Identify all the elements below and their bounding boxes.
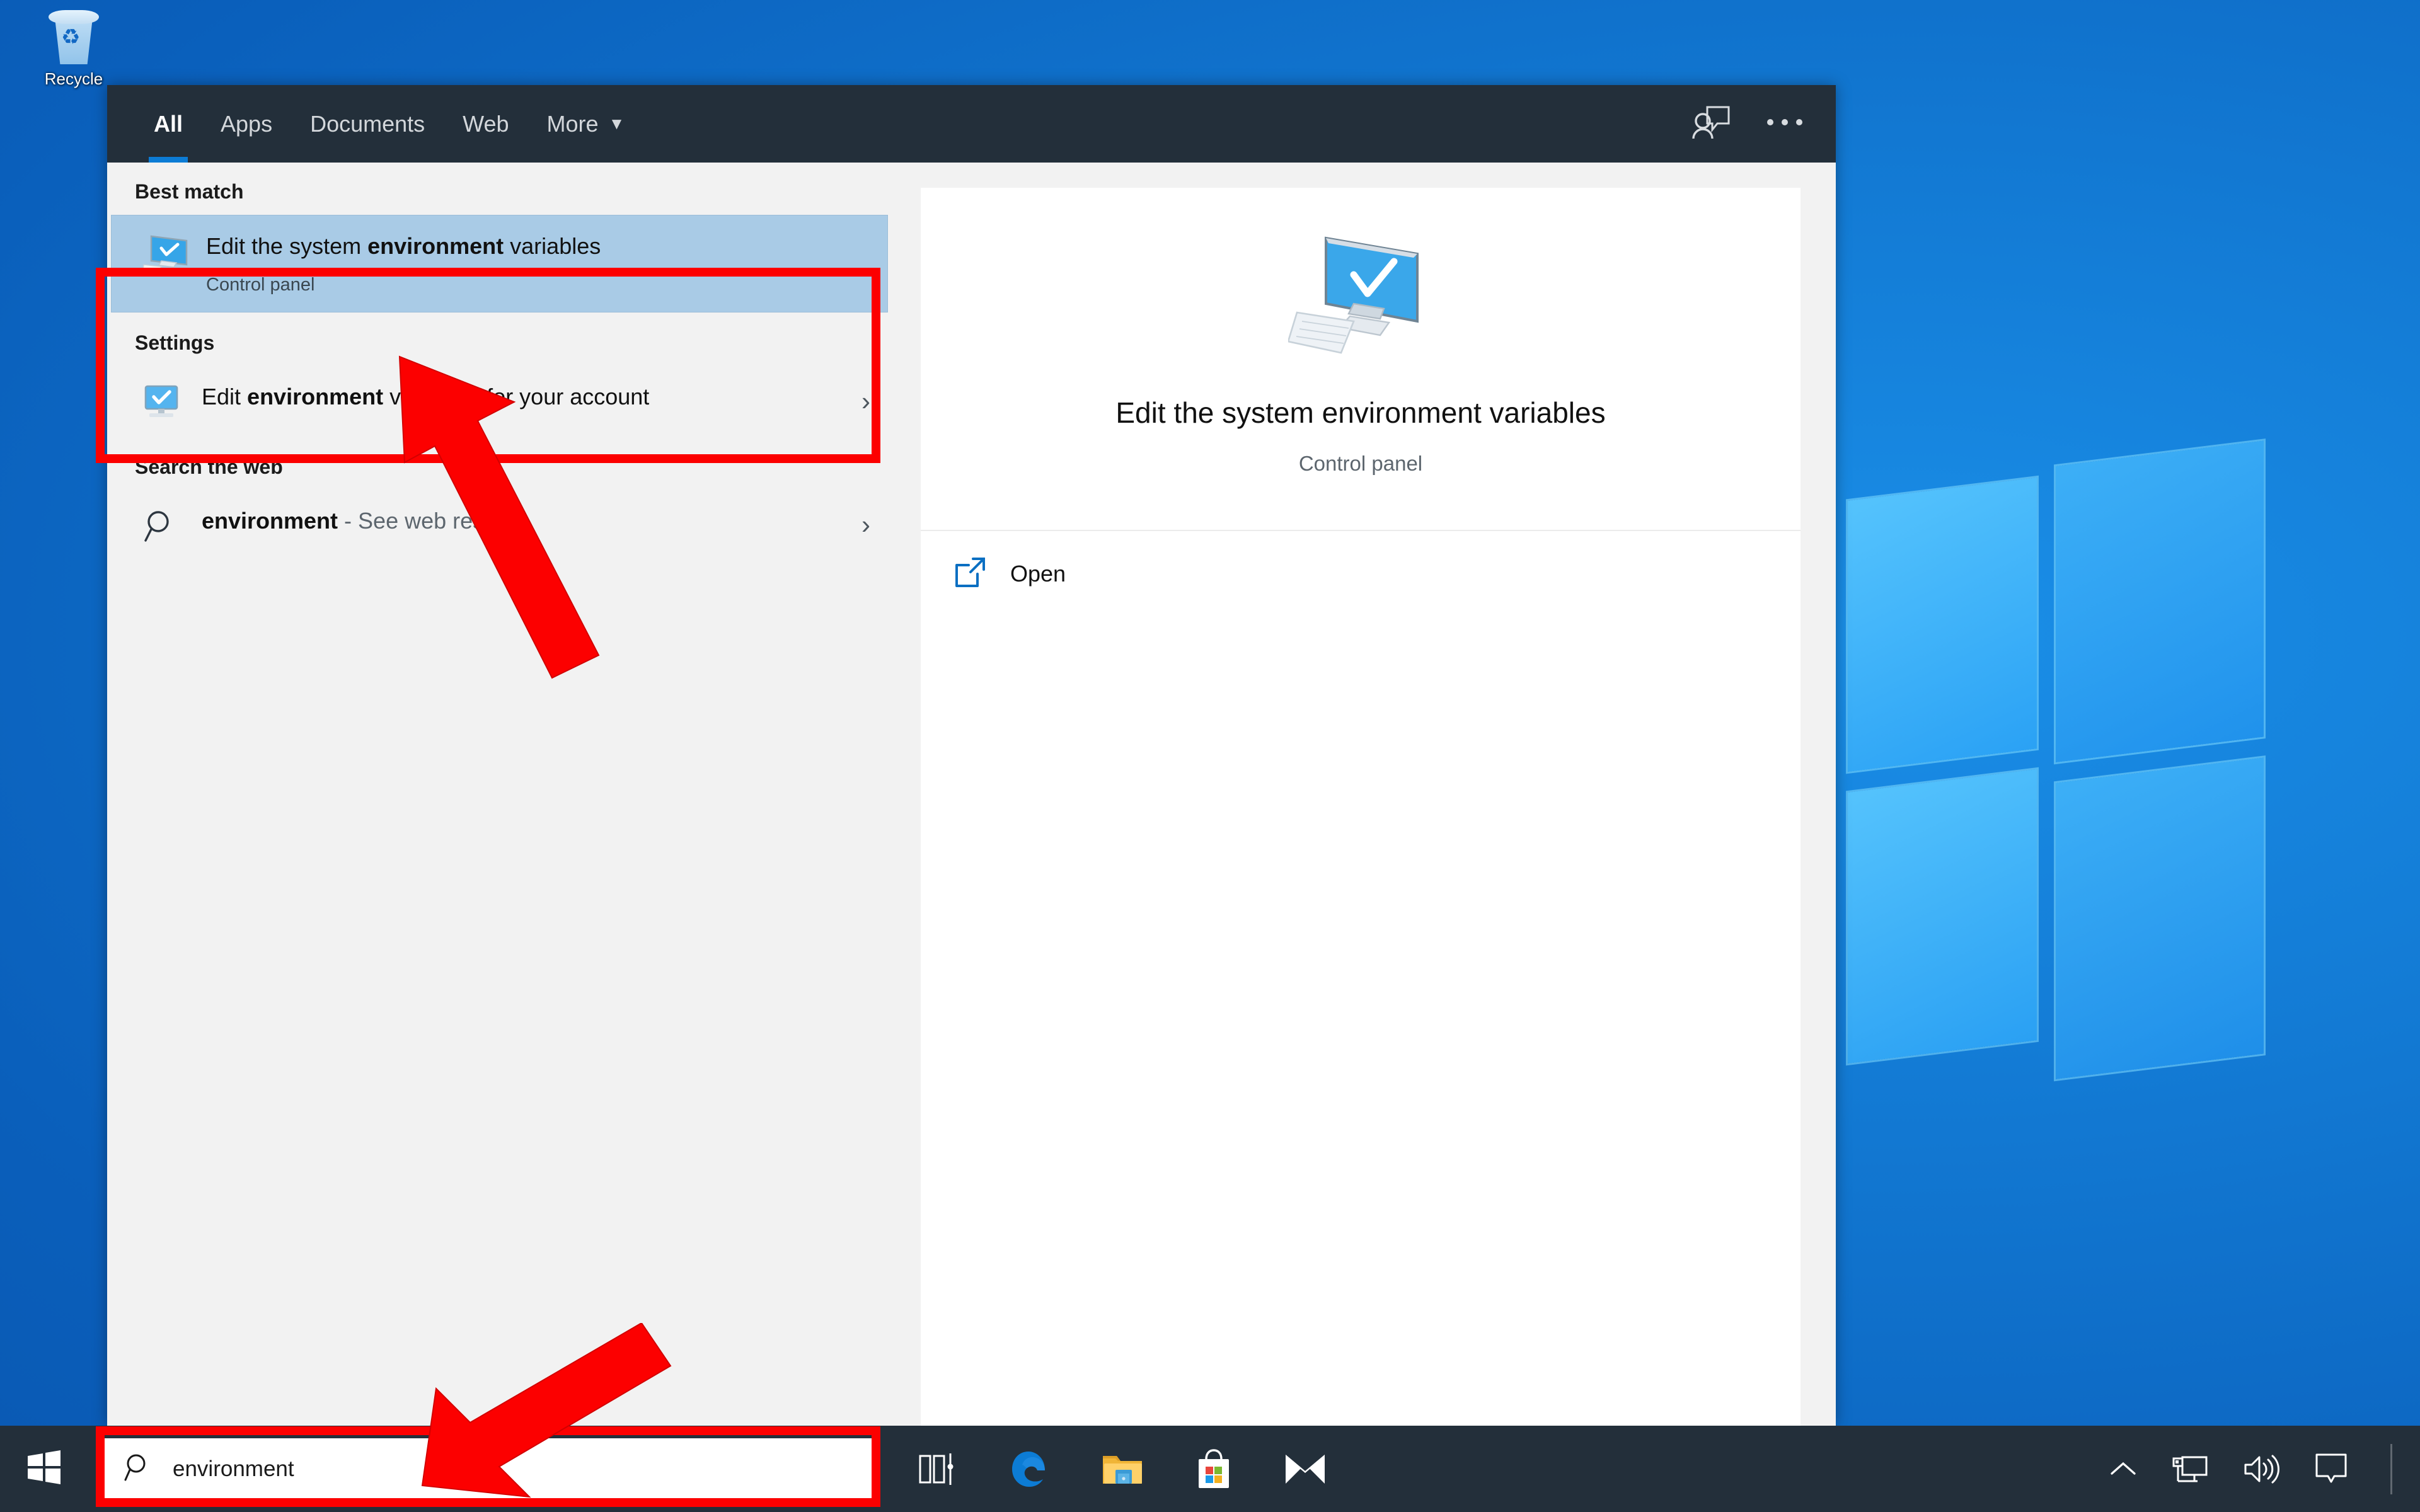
tray-divider <box>2390 1443 2392 1494</box>
preview-title: Edit the system environment variables <box>1115 396 1606 429</box>
preview-hero: Edit the system environment variables Co… <box>921 188 1801 531</box>
web-search-title-suffix: - See web results <box>338 508 520 534</box>
recycle-bin-icon: ♻ <box>43 8 104 66</box>
best-match-title-bold: environment <box>367 233 504 259</box>
settings-text: Edit environment variables for your acco… <box>188 382 861 411</box>
taskbar-pinned-apps <box>918 1448 1326 1489</box>
tab-documents[interactable]: Documents <box>291 85 444 163</box>
chevron-down-icon: ▼ <box>608 114 625 133</box>
network-icon[interactable] <box>2172 1453 2208 1485</box>
wallpaper-pane-bottom-right <box>2056 757 2264 1079</box>
desktop-icon-recycle-bin[interactable]: ♻ Recycle <box>14 8 134 89</box>
search-panel-body: Best match Edit the system environment v… <box>107 163 1836 1426</box>
mail-icon[interactable] <box>1284 1452 1326 1486</box>
settings-title-prefix: Edit <box>202 384 248 410</box>
open-label: Open <box>1010 561 1066 587</box>
search-icon <box>124 1452 154 1486</box>
file-explorer-icon[interactable] <box>1102 1451 1143 1487</box>
result-group-settings: Settings Edit environment variables for … <box>107 312 892 437</box>
wallpaper-pane-bottom-left <box>1848 769 2037 1063</box>
best-match-text: Edit the system environment variables Co… <box>192 232 870 295</box>
search-results-panel: All Apps Documents Web More ▼ Best match… <box>107 85 1836 1426</box>
results-list: Best match Edit the system environment v… <box>107 163 892 1426</box>
preview-card: Edit the system environment variables Co… <box>921 188 1801 619</box>
taskbar-search-value: environment <box>173 1456 294 1481</box>
tab-web[interactable]: Web <box>444 85 527 163</box>
windows-logo-icon <box>26 1450 62 1488</box>
show-hidden-icons-chevron-icon[interactable] <box>2109 1460 2137 1479</box>
chevron-right-icon[interactable]: › <box>861 510 874 540</box>
wallpaper-pane-top-right <box>2056 440 2264 762</box>
result-item-best-match[interactable]: Edit the system environment variables Co… <box>111 215 888 313</box>
search-tab-bar: All Apps Documents Web More ▼ <box>107 85 1836 163</box>
chevron-right-icon[interactable]: › <box>861 386 874 416</box>
taskbar: environment <box>0 1426 2420 1512</box>
monitor-check-icon <box>139 232 192 276</box>
group-title-settings: Settings <box>135 331 215 355</box>
more-options-icon[interactable] <box>1765 117 1804 131</box>
preview-filler <box>921 618 1801 1426</box>
best-match-title: Edit the system environment variables <box>206 232 860 261</box>
tab-apps[interactable]: Apps <box>202 85 291 163</box>
wallpaper-pane-top-left <box>1848 478 2037 772</box>
result-group-search-the-web: Search the web environment - See web res… <box>107 437 892 559</box>
best-match-title-prefix: Edit the system <box>206 233 368 259</box>
best-match-subtitle: Control panel <box>206 275 315 295</box>
preview-subtitle: Control panel <box>1298 451 1423 475</box>
monitor-check-large-icon <box>946 233 1775 362</box>
group-title-search-the-web: Search the web <box>135 455 283 479</box>
feedback-icon[interactable] <box>1692 105 1731 143</box>
result-group-best-match: Best match Edit the system environment v… <box>107 163 892 313</box>
tab-more-label: More <box>546 110 599 137</box>
tab-apps-label: Apps <box>221 110 273 137</box>
result-item-web-search[interactable]: environment - See web results › <box>107 490 892 559</box>
tab-more[interactable]: More ▼ <box>528 85 644 163</box>
monitor-check-small-icon <box>135 382 188 420</box>
tab-list: All Apps Documents Web More ▼ <box>135 85 643 163</box>
preview-pane: Edit the system environment variables Co… <box>892 163 1836 1426</box>
microsoft-store-icon[interactable] <box>1195 1448 1233 1489</box>
web-search-text: environment - See web results <box>188 507 861 536</box>
result-item-settings[interactable]: Edit environment variables for your acco… <box>107 366 892 437</box>
tab-web-label: Web <box>463 110 509 137</box>
open-action-button[interactable]: Open <box>921 531 1801 619</box>
tab-all-label: All <box>154 110 183 137</box>
best-match-title-suffix: variables <box>504 233 601 259</box>
search-icon <box>135 507 188 543</box>
start-button[interactable] <box>0 1426 88 1512</box>
web-search-title: environment - See web results <box>202 507 851 536</box>
system-tray <box>2109 1443 2420 1494</box>
volume-icon[interactable] <box>2243 1453 2279 1485</box>
settings-title-suffix: variables for your account <box>383 384 650 410</box>
group-title-best-match: Best match <box>135 180 244 203</box>
tab-all[interactable]: All <box>135 85 202 163</box>
taskbar-search-box[interactable]: environment <box>102 1438 877 1500</box>
open-external-icon <box>954 556 986 592</box>
settings-title-bold: environment <box>247 384 384 410</box>
settings-title: Edit environment variables for your acco… <box>202 382 851 411</box>
header-actions <box>1692 105 1804 143</box>
tab-documents-label: Documents <box>310 110 425 137</box>
action-center-icon[interactable] <box>2315 1453 2348 1486</box>
task-view-icon[interactable] <box>918 1451 958 1487</box>
microsoft-edge-icon[interactable] <box>1010 1449 1050 1489</box>
web-search-title-bold: environment <box>202 508 338 534</box>
